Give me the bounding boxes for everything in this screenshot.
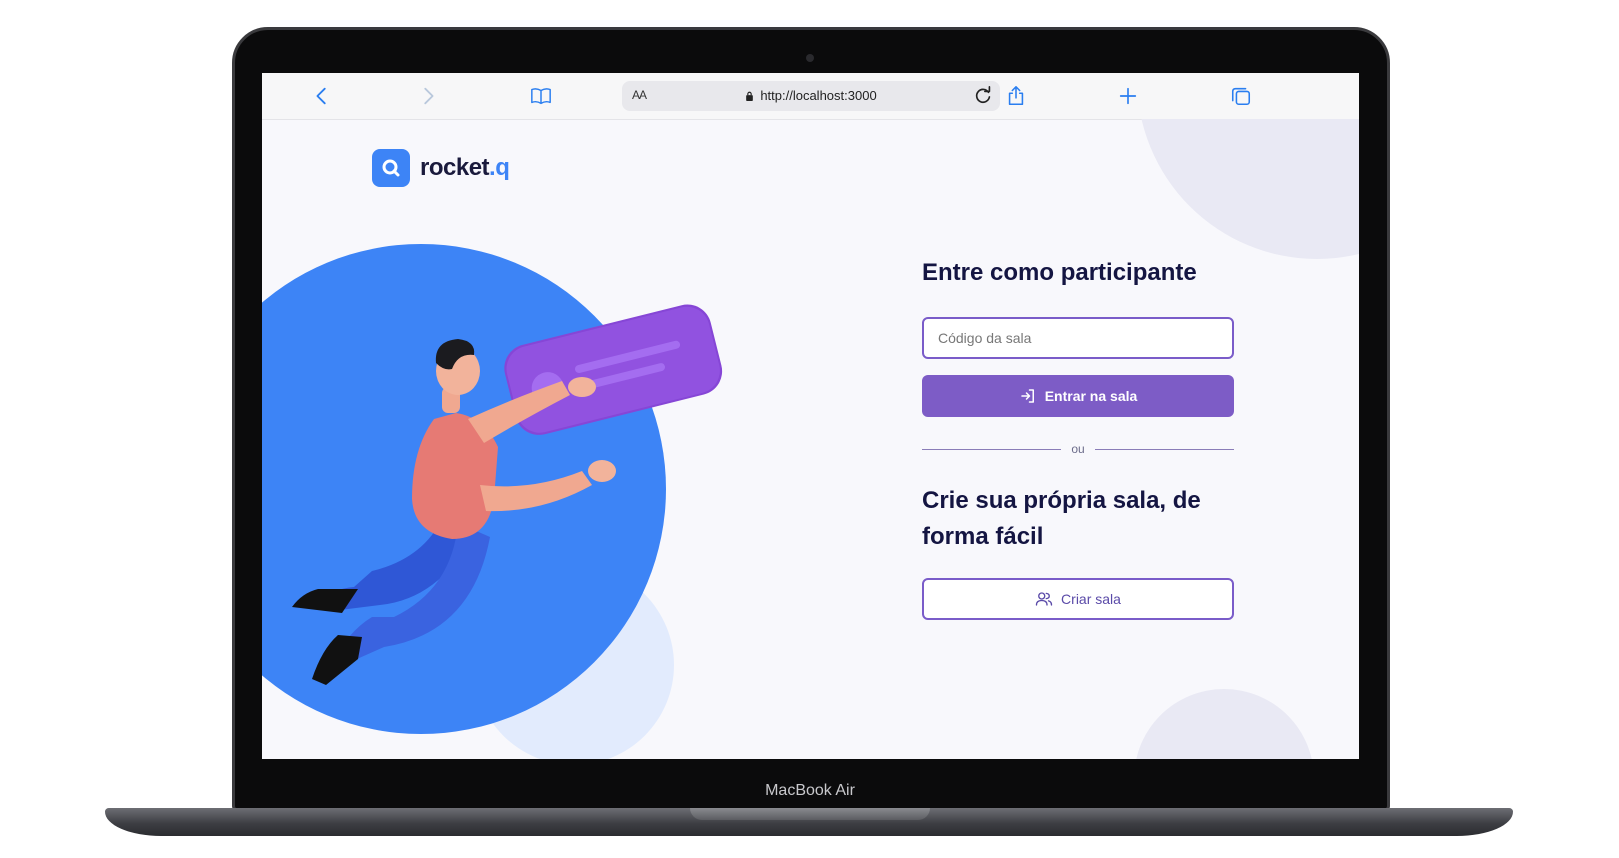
share-icon[interactable]	[1003, 83, 1029, 109]
chevron-left-icon[interactable]	[309, 83, 335, 109]
divider-line	[922, 448, 1062, 450]
reload-icon[interactable]	[972, 85, 994, 107]
device-model-label: MacBook Air	[765, 782, 855, 799]
join-heading: Entre como participante	[922, 259, 1197, 286]
divider-line	[1094, 448, 1235, 450]
lock-icon	[746, 91, 754, 101]
users-icon	[1035, 592, 1053, 606]
url-text: http://localhost:3000	[760, 88, 877, 103]
plus-icon[interactable]	[1115, 83, 1141, 109]
laptop-hinge-notch	[690, 808, 930, 820]
join-room-button-label: Entrar na sala	[1044, 388, 1138, 404]
room-code-input[interactable]	[922, 317, 1234, 359]
hero-illustration	[292, 304, 723, 685]
create-room-button-label: Criar sala	[1061, 591, 1121, 607]
divider-label: ou	[1071, 442, 1085, 456]
logo-text-main: rocket	[420, 154, 490, 181]
join-room-button[interactable]: Entrar na sala	[922, 375, 1234, 417]
address-bar[interactable]: AA http://localhost:3000	[622, 81, 1000, 111]
book-icon[interactable]	[528, 83, 554, 109]
chevron-right-icon[interactable]	[415, 83, 441, 109]
screenshot-stage: AA http://localhost:3000 rocket.q Entre …	[0, 0, 1619, 858]
logo-text-suffix: .q	[489, 154, 510, 181]
laptop-screen: AA http://localhost:3000 rocket.q Entre …	[262, 73, 1359, 759]
camera-icon	[806, 54, 814, 62]
web-page: rocket.q Entre como participante Entrar …	[262, 119, 1359, 759]
or-divider: ou	[922, 441, 1235, 457]
decorative-circle	[1134, 689, 1314, 759]
log-in-icon	[1020, 389, 1034, 403]
create-heading: Crie sua própria sala, de forma fácil	[922, 487, 1201, 550]
logo-mark-icon	[372, 149, 410, 187]
decorative-circle	[1137, 119, 1359, 259]
tabs-icon[interactable]	[1228, 83, 1254, 109]
logo-text: rocket.q	[420, 154, 510, 182]
create-room-button[interactable]: Criar sala	[922, 578, 1234, 620]
app-logo[interactable]: rocket.q	[372, 149, 510, 187]
browser-toolbar: AA http://localhost:3000	[262, 73, 1359, 120]
